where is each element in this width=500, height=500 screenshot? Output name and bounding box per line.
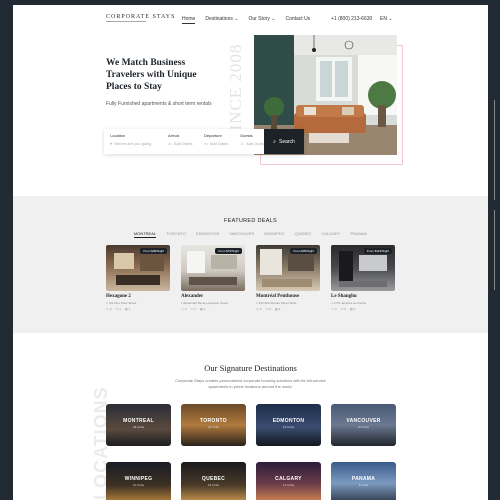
search-button[interactable]: ⌕ Search [264, 129, 304, 154]
price-badge: From $99/Night [290, 248, 317, 254]
deal-card[interactable]: From $79/Night Alexander ⌖ Boulevard Ren… [181, 245, 245, 311]
tab-winnipeg[interactable]: WINNIPEG [264, 231, 284, 238]
deal-image: From $79/Night [181, 245, 245, 291]
destination-tile-edmonton[interactable]: EDMONTON 12 Units [256, 404, 321, 446]
tab-panama[interactable]: PANAMA [350, 231, 367, 238]
deal-meta: ☺ 4 ▭ 2 ▤ 2 [331, 307, 356, 311]
deal-name: Montréal Penthouse [256, 294, 300, 299]
deal-meta: ☺ 4 ▭ 2 ▤ 2 [256, 307, 281, 311]
deal-name: Le Shanghu [331, 294, 357, 299]
scroll-edge [494, 210, 500, 290]
user-icon: ☺ [240, 141, 245, 146]
destination-tile-panama[interactable]: PANAMA 8 Units [331, 462, 396, 500]
brand-logo[interactable]: CORPORATE STAYS [106, 14, 175, 20]
tab-edmonton[interactable]: EDMONTON [196, 231, 219, 238]
nav-destinations[interactable]: Destinations ⌄ [205, 16, 238, 24]
destination-tile-toronto[interactable]: TORONTO 24 Units [181, 404, 246, 446]
deal-name: Alexander [181, 294, 204, 299]
deal-meta: ☺ 2 ▭ 1 ▤ 1 [181, 307, 206, 311]
hero-subtitle: Fully Furnished apartments & short term … [106, 101, 212, 107]
site-header: CORPORATE STAYS Home Destinations ⌄ Our … [13, 5, 488, 33]
featured-deals-section: FEATURED DEALS MONTREAL TORONTO EDMONTON… [13, 196, 488, 333]
city-tabs: MONTREAL TORONTO EDMONTON VANCOUVER WINN… [13, 231, 488, 238]
destination-tile-winnipeg[interactable]: WINNIPEG 10 Units [106, 462, 171, 500]
price-badge: From $99/Night [140, 248, 167, 254]
nav-home[interactable]: Home [182, 16, 196, 24]
language-selector[interactable]: EN ⌄ [380, 16, 393, 22]
destination-tile-quebec[interactable]: QUEBEC 16 Units [181, 462, 246, 500]
hero-title: We Match Business Travelers with Unique … [106, 58, 197, 92]
nav-our-story[interactable]: Our Story ⌄ [248, 16, 275, 24]
arrival-field[interactable]: Arrival ▭ Add Dates [162, 129, 198, 154]
deal-card[interactable]: From $99/Night Hexagone 2 ⌖ 701 Rue Pari… [106, 245, 170, 311]
main-nav: Home Destinations ⌄ Our Story ⌄ Contact … [182, 16, 310, 24]
deal-meta: ☺ 2 ▭ 1 ▤ 1 [106, 307, 131, 311]
search-icon: ⌕ [273, 138, 276, 145]
tab-quebec[interactable]: QUEBEC [295, 231, 312, 238]
logo-underline [106, 21, 146, 22]
destination-tile-calgary[interactable]: CALGARY 14 Units [256, 462, 321, 500]
tab-calgary[interactable]: CALGARY [321, 231, 340, 238]
scroll-edge [494, 100, 500, 200]
destinations-title: Our Signature Destinations [204, 363, 297, 373]
calendar-icon: ▭ [204, 141, 208, 146]
deal-address: ⌖ 1770 Jacques Hermaine [331, 301, 367, 305]
deal-name: Hexagone 2 [106, 294, 131, 299]
departure-field[interactable]: Departure ▭ Add Dates [198, 129, 234, 154]
tab-vancouver[interactable]: VANCOUVER [229, 231, 254, 238]
deal-image: From $99/Night [106, 245, 170, 291]
phone-number[interactable]: +1 (800) 213-6630 [331, 16, 372, 22]
destinations-description: Corporate Stays creates personalized cor… [175, 378, 326, 389]
price-badge: From $79/Night [215, 248, 242, 254]
search-bar: Location ⌖ Where are you going Arrival ▭ A… [104, 129, 304, 154]
deal-address: ⌖ 450 Sherbrooke Street West [256, 301, 297, 305]
page: CORPORATE STAYS Home Destinations ⌄ Our … [13, 5, 488, 500]
deal-address: ⌖ Boulevard René-Lévesque Ouest [181, 301, 228, 305]
destination-tile-montreal[interactable]: MONTREAL 36 Units [106, 404, 171, 446]
featured-title: FEATURED DEALS [224, 218, 277, 224]
deal-image: From $119/Night [331, 245, 395, 291]
deal-address: ⌖ 701 Rue Paris Street [106, 301, 137, 305]
deal-card[interactable]: From $119/Night Le Shanghu ⌖ 1770 Jacque… [331, 245, 395, 311]
price-badge: From $119/Night [363, 248, 392, 254]
deal-image: From $99/Night [256, 245, 320, 291]
tab-montreal[interactable]: MONTREAL [133, 231, 157, 238]
tab-toronto[interactable]: TORONTO [166, 231, 186, 238]
destination-tile-vancouver[interactable]: VANCOUVER 20 Units [331, 404, 396, 446]
deal-card[interactable]: From $99/Night Montréal Penthouse ⌖ 450 … [256, 245, 320, 311]
location-field[interactable]: Location ⌖ Where are you going [104, 129, 162, 154]
location-pin-icon: ⌖ [110, 141, 113, 146]
calendar-icon: ▭ [168, 141, 172, 146]
nav-contact[interactable]: Contact Us [285, 16, 310, 24]
